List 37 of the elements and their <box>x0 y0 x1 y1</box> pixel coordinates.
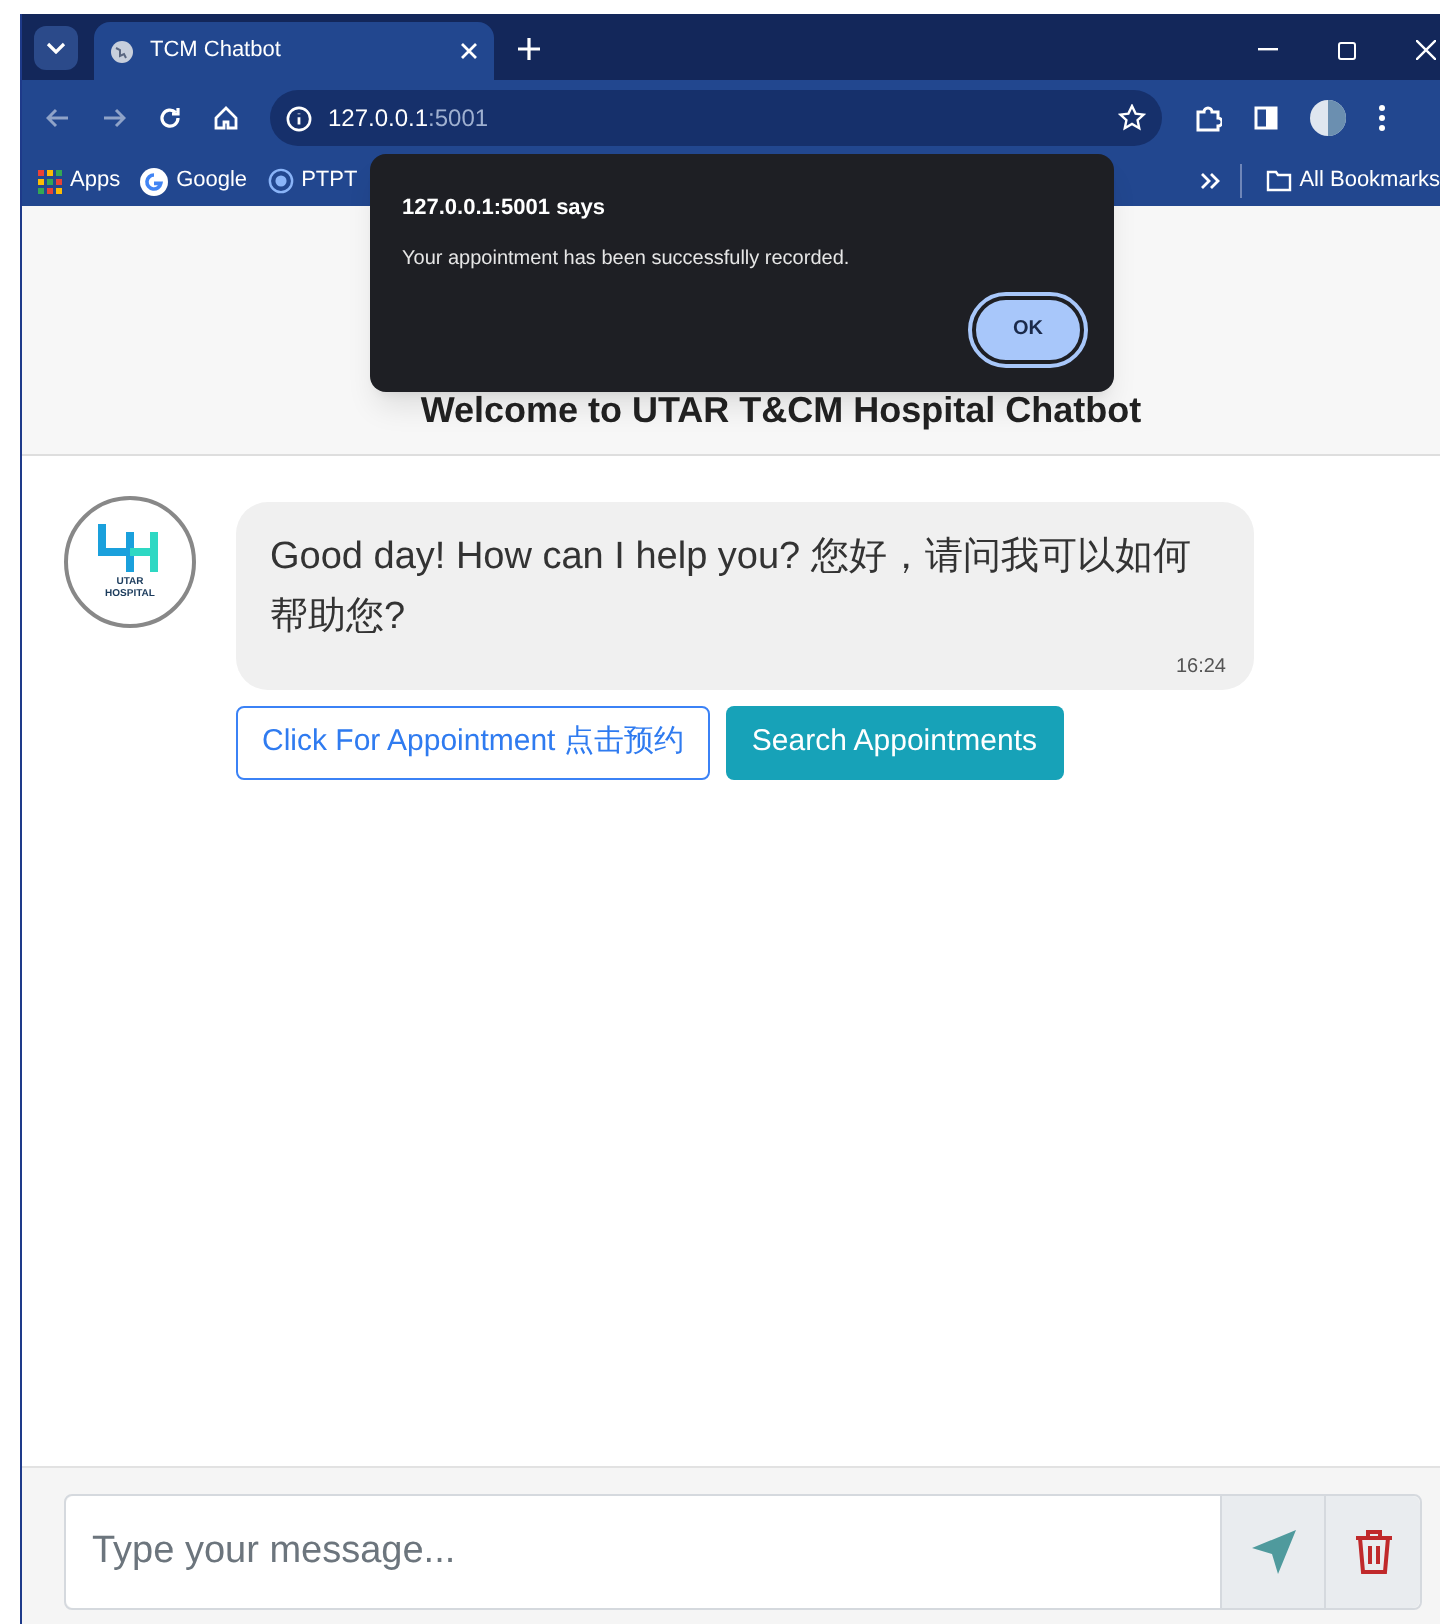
url-text: 127.0.0.1:5001 <box>328 102 491 136</box>
address-bar[interactable]: 127.0.0.1:5001 <box>270 90 1162 146</box>
all-bookmarks-link[interactable]: All Bookmarks <box>1239 164 1440 198</box>
folder-icon <box>1265 170 1292 192</box>
side-panel-icon[interactable] <box>1254 106 1278 130</box>
new-tab-icon[interactable] <box>518 38 540 60</box>
close-icon[interactable] <box>460 42 478 60</box>
star-icon[interactable] <box>1118 104 1146 132</box>
bookmark-link[interactable]: Google <box>140 164 248 198</box>
info-icon[interactable] <box>286 105 312 131</box>
bookmark-link[interactable]: Apps <box>38 164 121 198</box>
apps-grid-icon <box>38 169 62 193</box>
reload-icon[interactable] <box>158 106 182 130</box>
dialog-title: 127.0.0.1:5001 says <box>402 194 608 224</box>
chevrons-right-icon[interactable] <box>1199 172 1220 190</box>
more-menu-icon[interactable] <box>1378 104 1386 132</box>
back-arrow-icon[interactable] <box>46 106 70 130</box>
ok-button[interactable]: OK <box>972 295 1084 363</box>
page-title: Welcome to UTAR T&CM Hospital Chatbot <box>420 388 1142 434</box>
home-icon[interactable] <box>214 106 238 130</box>
puzzle-icon[interactable] <box>1194 104 1222 132</box>
maximize-icon[interactable] <box>1338 41 1356 59</box>
tab-search-button[interactable] <box>34 26 78 70</box>
message-time: 16:24 <box>1175 654 1226 682</box>
browser-tab[interactable]: TCM Chatbot <box>94 22 494 80</box>
forward-arrow-icon[interactable] <box>102 106 126 130</box>
circle-icon <box>267 168 294 194</box>
action-button[interactable]: Click For Appointment 点击预约 <box>236 706 710 780</box>
close-window-icon[interactable] <box>1416 40 1436 60</box>
message-text: Good day! How can I help you? 您好，请问我可以如何帮助您? <box>270 534 1193 642</box>
tab-title: TCM Chatbot <box>150 36 283 67</box>
dialog-message: Your appointment has been successfully recorded. <box>402 245 852 273</box>
profile-avatar-icon[interactable] <box>1310 100 1346 136</box>
bookmark-link[interactable]: PTPT <box>267 164 358 198</box>
minimize-icon[interactable] <box>1258 48 1278 52</box>
chevron-down-icon <box>46 42 66 54</box>
google-icon <box>140 167 169 195</box>
